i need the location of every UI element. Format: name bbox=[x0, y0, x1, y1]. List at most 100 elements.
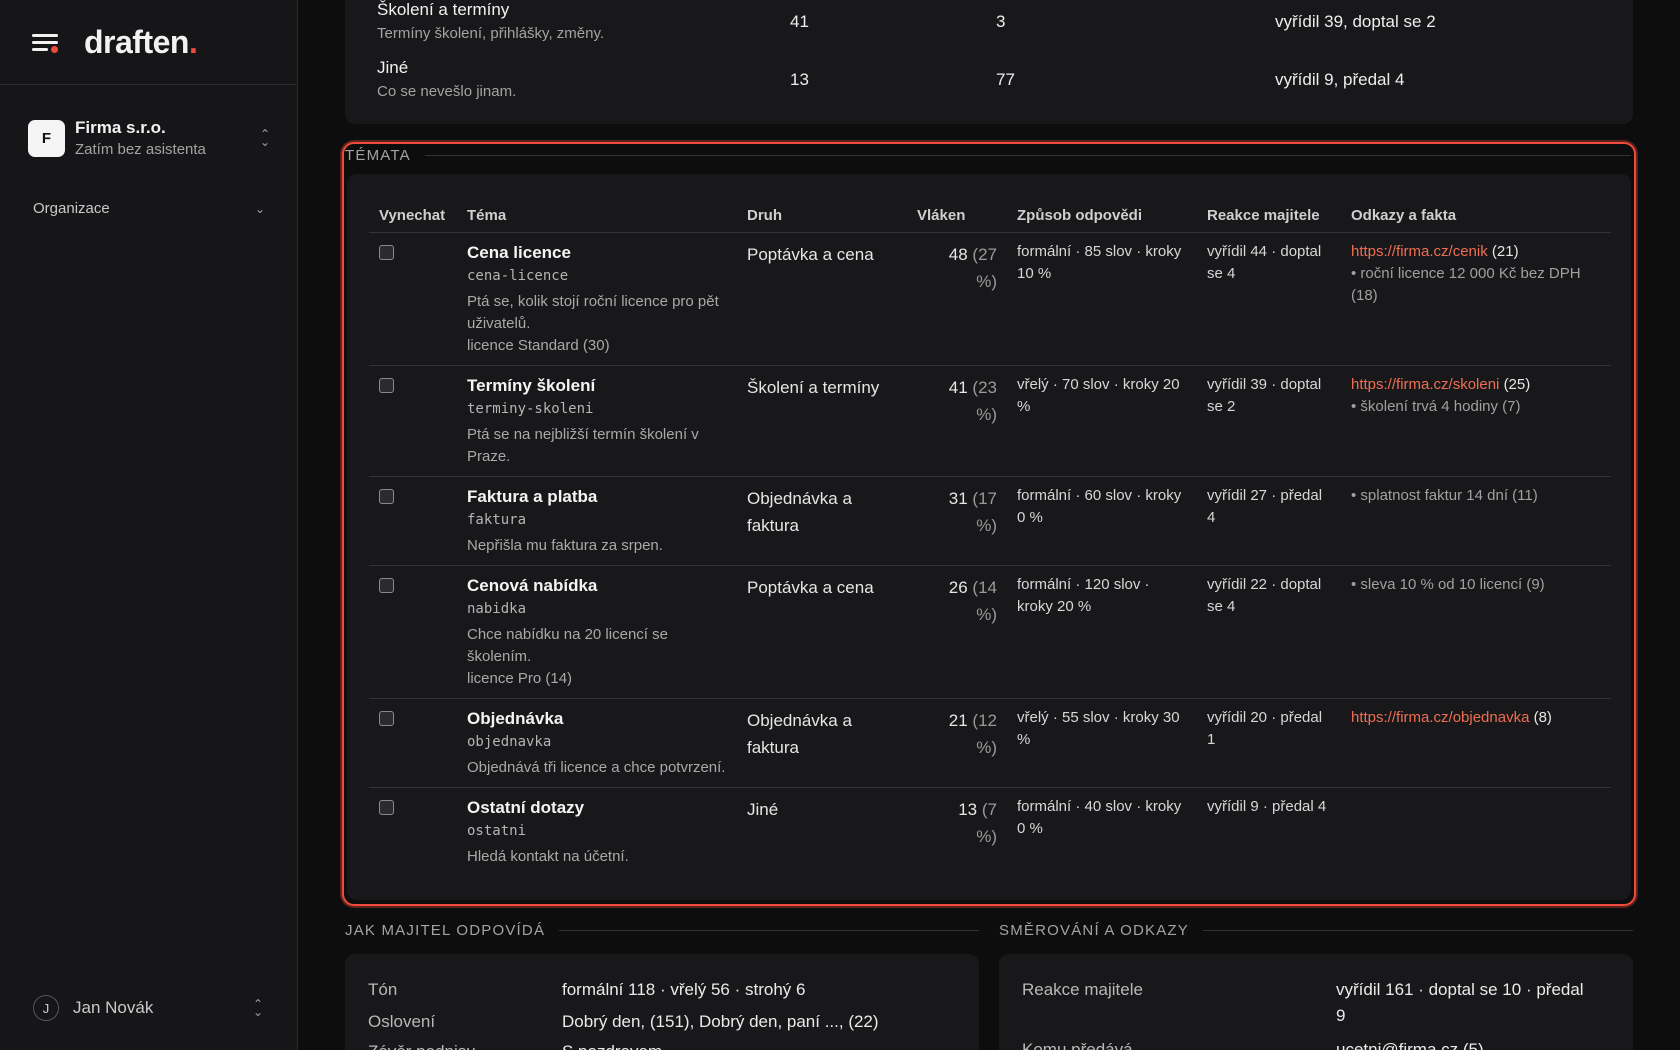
topic-style: vřelý · 70 slov · kroky 20 % bbox=[1017, 375, 1180, 415]
table-row: Faktura a platba faktura Nepřišla mu fak… bbox=[369, 476, 1611, 566]
kv-value: Dobrý den, (151), Dobrý den, paní ..., (… bbox=[562, 1012, 879, 1031]
main-content: Školení a termíny Termíny školení, přihl… bbox=[299, 0, 1680, 1050]
nav-section-label: Organizace bbox=[33, 200, 110, 217]
summary-owner: vyřídil 9, předal 4 bbox=[1275, 70, 1405, 89]
table-header-row: Vynechat Téma Druh Vláken Způsob odpověd… bbox=[369, 200, 1611, 233]
topic-slug: terminy-skoleni bbox=[467, 400, 594, 417]
skip-checkbox[interactable] bbox=[379, 488, 394, 504]
topic-style: formální · 60 slov · kroky 0 % bbox=[1017, 486, 1182, 526]
user-menu[interactable]: J Jan Novák ⌃ ⌄ bbox=[33, 994, 265, 1022]
topic-fact: • školení trvá 4 hodiny (7) bbox=[1351, 397, 1521, 415]
topic-title: Termíny školení bbox=[467, 375, 596, 395]
table-row: Objednávka objednavka Objednává tři lice… bbox=[369, 698, 1611, 788]
kv-key: Oslovení bbox=[368, 1012, 436, 1031]
count-pct: (23 bbox=[972, 377, 997, 397]
link-count: (25) bbox=[1503, 375, 1531, 393]
count-pct: (7 bbox=[981, 799, 997, 819]
kv-key: Reakce majitele bbox=[1022, 980, 1143, 999]
topic-kind: Poptávka a cena bbox=[747, 577, 874, 597]
topic-link[interactable]: https://firma.cz/cenik bbox=[1351, 243, 1488, 260]
user-name: Jan Novák bbox=[73, 998, 154, 1017]
topic-count: 31 (17%) bbox=[917, 485, 997, 539]
topic-slug: nabidka bbox=[467, 600, 527, 617]
owner-section-title: JAK MAJITEL ODPOVÍDÁ bbox=[345, 922, 979, 939]
topic-count: 21 (12%) bbox=[917, 707, 997, 761]
topic-style: formální · 120 slov · kroky 20 % bbox=[1017, 575, 1150, 615]
topic-slug: objednavka bbox=[467, 733, 552, 750]
topic-desc: Hledá kontakt na účetní. bbox=[467, 847, 629, 865]
org-switcher[interactable]: F Firma s.r.o. Zatím bez asistenta ⌃ ⌄ bbox=[28, 118, 272, 158]
table-row: Termíny školení terminy-skoleni Ptá se n… bbox=[369, 365, 1611, 477]
count-value: 31 bbox=[948, 488, 968, 508]
topic-count: 41 (23%) bbox=[917, 374, 997, 428]
sidebar: draften. F Firma s.r.o. Zatím bez asiste… bbox=[0, 0, 298, 1050]
chevron-up-down-icon: ⌃ ⌄ bbox=[259, 127, 271, 149]
summary-row: Školení a termíny Termíny školení, přihl… bbox=[377, 0, 1617, 54]
topic-link[interactable]: https://firma.cz/objednavka bbox=[1351, 709, 1529, 726]
header-count: Vláken bbox=[907, 200, 1007, 233]
topic-count: 26 (14%) bbox=[917, 574, 997, 628]
summary-count: 13 bbox=[790, 70, 809, 89]
skip-checkbox[interactable] bbox=[379, 710, 394, 726]
skip-checkbox[interactable] bbox=[379, 577, 394, 593]
table-row: Ostatní dotazy ostatni Hledá kontakt na … bbox=[369, 787, 1611, 876]
topic-desc: Nepřišla mu faktura za srpen. bbox=[467, 536, 663, 554]
brand-logo[interactable]: draften. bbox=[84, 24, 198, 61]
nav-section-organizace[interactable]: Organizace ⌄ bbox=[33, 200, 265, 217]
summary-row: Jiné Co se nevešlo jinam. 13 77 vyřídil … bbox=[377, 58, 1617, 112]
topics-section-title: TÉMATA bbox=[345, 147, 1631, 164]
count-pct: (27 bbox=[972, 244, 997, 264]
link-count: (21) bbox=[1491, 242, 1519, 260]
chevron-down-icon: ⌄ bbox=[254, 201, 265, 216]
skip-checkbox[interactable] bbox=[379, 799, 394, 815]
topic-link[interactable]: https://firma.cz/skoleni bbox=[1351, 376, 1499, 393]
menu-icon[interactable] bbox=[32, 30, 60, 54]
owner-panel: Tón formální 118 · vřelý 56 · strohý 6 O… bbox=[345, 954, 979, 1050]
topic-title: Faktura a platba bbox=[467, 486, 598, 506]
count-value: 13 bbox=[958, 799, 978, 819]
topic-slug: cena-licence bbox=[467, 267, 569, 284]
header-style: Způsob odpovědi bbox=[1007, 200, 1197, 233]
kv-row: Závěr podpisu S pozdravem bbox=[368, 1042, 662, 1050]
topic-title: Cenová nabídka bbox=[467, 575, 598, 595]
count-value: 41 bbox=[948, 377, 968, 397]
chevron-up-down-icon: ⌃ ⌄ bbox=[252, 997, 264, 1019]
topics-table: Vynechat Téma Druh Vláken Způsob odpověd… bbox=[369, 200, 1611, 876]
topic-slug: faktura bbox=[467, 511, 527, 528]
summary-name: Jiné bbox=[377, 58, 409, 77]
topic-kind: Školení a termíny bbox=[747, 377, 880, 397]
topic-owner: vyřídil 22 · doptal se 4 bbox=[1207, 575, 1322, 615]
count-pct-close: %) bbox=[976, 271, 997, 291]
header-topic: Téma bbox=[457, 200, 737, 233]
topic-title: Cena licence bbox=[467, 242, 571, 262]
section-title: TÉMATA bbox=[345, 147, 411, 164]
logo-row: draften. bbox=[0, 0, 297, 85]
topic-kind: Objednávka a faktura bbox=[747, 488, 852, 535]
topic-kind: Jiné bbox=[747, 799, 779, 819]
topic-owner: vyřídil 39 · doptal se 2 bbox=[1207, 375, 1322, 415]
skip-checkbox[interactable] bbox=[379, 377, 394, 393]
count-pct: (14 bbox=[972, 577, 997, 597]
topic-style: vřelý · 55 slov · kroky 30 % bbox=[1017, 708, 1180, 748]
summary-count: 41 bbox=[790, 12, 809, 31]
topic-fact: • splatnost faktur 14 dní (11) bbox=[1351, 486, 1538, 504]
count-pct: (17 bbox=[972, 488, 997, 508]
kv-row: Tón formální 118 · vřelý 56 · strohý 6 bbox=[368, 980, 805, 1000]
topic-slug: ostatni bbox=[467, 822, 527, 839]
kv-value: ucetni@firma.cz (5) bbox=[1336, 1040, 1484, 1050]
count-pct-close: %) bbox=[976, 404, 997, 424]
topic-owner: vyřídil 27 · předal 4 bbox=[1207, 486, 1323, 526]
summary-count-2: 3 bbox=[996, 12, 1006, 31]
kv-row: Komu předává ucetni@firma.cz (5) bbox=[1022, 1040, 1484, 1050]
skip-checkbox[interactable] bbox=[379, 244, 394, 260]
summary-count-2: 77 bbox=[996, 70, 1015, 89]
topic-kind: Objednávka a faktura bbox=[747, 710, 852, 757]
org-avatar: F bbox=[28, 119, 65, 157]
routing-section-title: SMĚROVÁNÍ A ODKAZY bbox=[999, 922, 1633, 939]
summary-desc: Termíny školení, přihlášky, změny. bbox=[377, 25, 605, 42]
header-links: Odkazy a fakta bbox=[1341, 200, 1611, 233]
count-value: 26 bbox=[948, 577, 968, 597]
kv-row: Oslovení Dobrý den, (151), Dobrý den, pa… bbox=[368, 1012, 879, 1032]
count-pct-close: %) bbox=[976, 826, 997, 846]
topic-fact: • sleva 10 % od 10 licencí (9) bbox=[1351, 575, 1545, 593]
